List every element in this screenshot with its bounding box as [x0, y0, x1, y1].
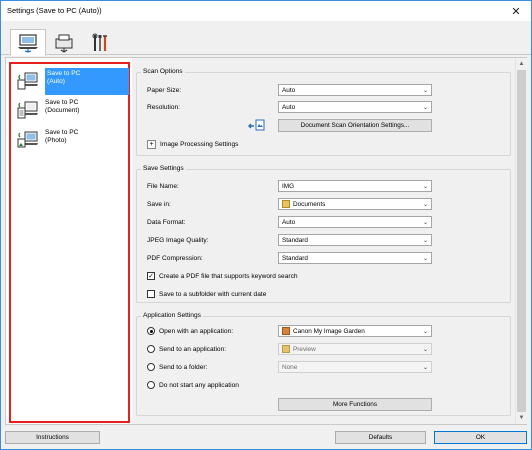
file-name-label: File Name: [147, 182, 179, 190]
file-name-select[interactable]: IMG ⌄ [278, 180, 432, 192]
data-format-select[interactable]: Auto ⌄ [278, 216, 432, 228]
document-orientation-icon [248, 119, 265, 131]
ok-button[interactable]: OK [434, 431, 527, 444]
scan-options-legend: Scan Options [141, 68, 185, 75]
list-item-save-to-pc-document[interactable]: Save to PC (Document) [15, 97, 127, 124]
chevron-down-icon: ⌄ [422, 220, 428, 226]
tab-bar [1, 21, 531, 56]
scrollbar-thumb[interactable] [517, 70, 526, 412]
expand-image-processing-button[interactable]: + [147, 140, 156, 149]
save-in-select[interactable]: Documents ⌄ [278, 198, 432, 210]
resolution-select[interactable]: Auto ⌄ [278, 101, 432, 113]
more-functions-button[interactable]: More Functions [278, 398, 432, 411]
scan-mode-list: Save to PC (Auto) Save to PC (Document) [9, 62, 130, 423]
create-pdf-keyword-label[interactable]: Create a PDF file that supports keyword … [159, 270, 298, 282]
pdf-compression-select[interactable]: Standard ⌄ [278, 252, 432, 264]
chevron-down-icon: ⌄ [422, 329, 428, 335]
pdf-compression-label: PDF Compression: [147, 254, 203, 262]
list-item-save-to-pc-photo[interactable]: Save to PC (Photo) [15, 127, 127, 154]
scroll-down-arrow-icon[interactable]: ▼ [516, 412, 527, 424]
general-settings-tools-icon [92, 33, 107, 51]
scan-from-computer-icon [18, 33, 38, 53]
application-settings-legend: Application Settings [141, 312, 203, 319]
create-pdf-keyword-checkbox[interactable]: ✓ [147, 272, 155, 280]
resolution-label: Resolution: [147, 103, 180, 111]
save-settings-legend: Save Settings [141, 165, 186, 172]
save-subfolder-checkbox[interactable] [147, 290, 155, 298]
preview-app-icon [282, 345, 290, 353]
image-garden-icon [282, 327, 290, 335]
list-item-label: Save to PC (Photo) [45, 129, 79, 144]
chevron-down-icon: ⌄ [422, 256, 428, 262]
list-item-label: Save to PC (Document) [45, 99, 80, 114]
documents-folder-icon [282, 200, 290, 208]
footer-bar: Instructions Defaults OK [1, 428, 531, 448]
close-button[interactable]: ✕ [501, 1, 531, 21]
settings-window: Settings (Save to PC (Auto)) ✕ Save to P… [0, 0, 532, 450]
send-to-application-select[interactable]: Preview ⌄ [278, 343, 432, 355]
instructions-button[interactable]: Instructions [5, 431, 100, 444]
open-with-application-radio[interactable] [147, 327, 155, 335]
send-to-folder-radio[interactable] [147, 363, 155, 371]
send-to-application-label[interactable]: Send to an application: [159, 343, 226, 355]
chevron-down-icon: ⌄ [422, 347, 428, 353]
chevron-down-icon: ⌄ [422, 365, 428, 371]
chevron-down-icon: ⌄ [422, 202, 428, 208]
jpeg-quality-select[interactable]: Standard ⌄ [278, 234, 432, 246]
image-processing-settings-label[interactable]: Image Processing Settings [160, 138, 238, 150]
save-in-label: Save in: [147, 200, 171, 208]
open-with-application-select[interactable]: Canon My Image Garden ⌄ [278, 325, 432, 337]
jpeg-quality-label: JPEG Image Quality: [147, 236, 209, 244]
title-bar: Settings (Save to PC (Auto)) ✕ [1, 1, 531, 21]
save-to-pc-auto-icon [17, 72, 38, 90]
settings-content: Save to PC (Auto) Save to PC (Document) [5, 57, 527, 425]
list-item-label: Save to PC (Auto) [45, 68, 129, 95]
tab-general-settings[interactable] [82, 30, 118, 56]
vertical-scrollbar[interactable]: ▲ ▼ [515, 58, 527, 424]
send-to-folder-select[interactable]: None ⌄ [278, 361, 432, 373]
save-subfolder-label[interactable]: Save to a subfolder with current date [159, 288, 266, 300]
data-format-label: Data Format: [147, 218, 186, 226]
chevron-down-icon: ⌄ [422, 238, 428, 244]
do-not-start-label[interactable]: Do not start any application [159, 379, 239, 391]
defaults-button[interactable]: Defaults [335, 431, 426, 444]
chevron-down-icon: ⌄ [422, 105, 428, 111]
scan-from-operation-panel-icon [55, 34, 73, 53]
paper-size-label: Paper Size: [147, 86, 182, 94]
open-with-application-label[interactable]: Open with an application: [159, 325, 233, 337]
tab-scan-from-computer[interactable] [10, 29, 46, 56]
save-settings-group: Save Settings File Name: IMG ⌄ Save in: … [136, 165, 511, 303]
window-title: Settings (Save to PC (Auto)) [7, 6, 102, 15]
save-to-pc-document-icon [17, 101, 38, 119]
send-to-folder-label[interactable]: Send to a folder: [159, 361, 207, 373]
list-item-save-to-pc-auto[interactable]: Save to PC (Auto) [15, 68, 129, 95]
do-not-start-radio[interactable] [147, 381, 155, 389]
scan-options-group: Scan Options Paper Size: Auto ⌄ Resoluti… [136, 68, 511, 156]
chevron-down-icon: ⌄ [422, 184, 428, 190]
paper-size-select[interactable]: Auto ⌄ [278, 84, 432, 96]
send-to-application-radio[interactable] [147, 345, 155, 353]
document-scan-orientation-button[interactable]: Document Scan Orientation Settings... [278, 119, 432, 132]
application-settings-group: Application Settings Open with an applic… [136, 312, 511, 416]
save-to-pc-photo-icon [17, 131, 38, 148]
chevron-down-icon: ⌄ [422, 88, 428, 94]
tab-scan-from-operation-panel[interactable] [46, 30, 82, 56]
scroll-up-arrow-icon[interactable]: ▲ [516, 58, 527, 70]
settings-pane: Scan Options Paper Size: Auto ⌄ Resoluti… [132, 58, 515, 424]
